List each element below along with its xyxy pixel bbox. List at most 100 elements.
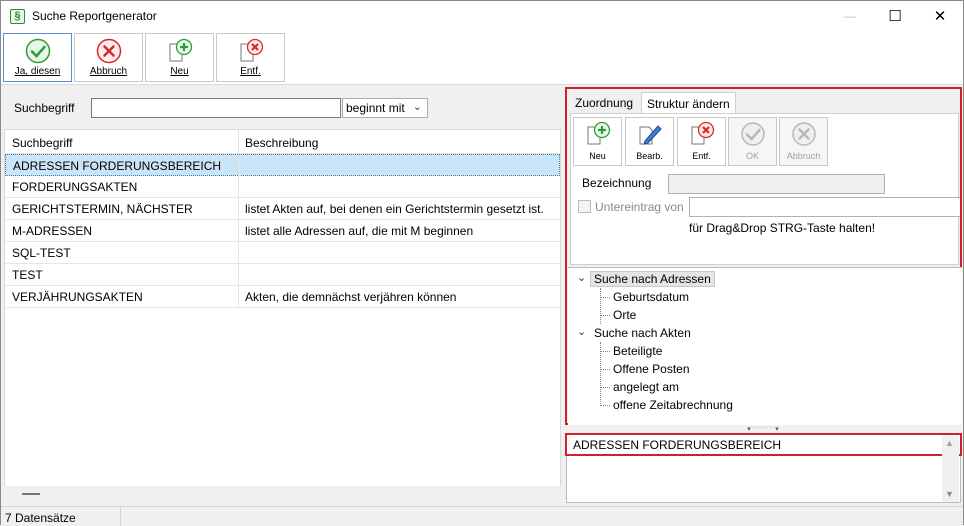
app-icon: § (10, 9, 25, 24)
check-icon (25, 38, 50, 64)
cell-description: Akten, die demnächst verjähren können (245, 290, 457, 304)
table-row[interactable]: SQL-TEST (5, 242, 560, 264)
delete-label: Entf. (240, 66, 261, 77)
close-icon: ✕ (933, 8, 947, 25)
tree-node-open-time-billing[interactable]: offene Zeitabrechnung (613, 398, 733, 412)
tree-node-participants[interactable]: Beteiligte (613, 344, 662, 358)
cancel-button[interactable]: Abbruch (74, 33, 143, 82)
cell-term: ADRESSEN FORDERUNGSBEREICH (13, 159, 222, 173)
column-header-description[interactable]: Beschreibung (245, 136, 318, 150)
cell-term: TEST (12, 268, 43, 282)
structure-new-button[interactable]: Neu (573, 117, 622, 166)
search-mode-value: beginnt mit (346, 101, 405, 115)
tree-line (600, 351, 610, 352)
minimize-icon: — (844, 9, 856, 23)
cell-divider (238, 198, 239, 220)
column-header-term[interactable]: Suchbegriff (12, 136, 73, 150)
structure-delete-label: Entf. (692, 151, 711, 161)
search-terms-grid: Suchbegriff Beschreibung ADRESSEN FORDER… (4, 129, 561, 502)
tree-line (600, 369, 610, 370)
collapse-chevron-icon[interactable]: ⌄ (577, 271, 586, 284)
subentry-input[interactable] (689, 197, 960, 217)
cancel-label: Abbruch (89, 66, 128, 77)
cancel-icon (791, 122, 816, 146)
structure-delete-button[interactable]: Entf. (677, 117, 726, 166)
tab-change-structure[interactable]: Struktur ändern (641, 92, 736, 114)
window-title: Suche Reportgenerator (32, 9, 157, 23)
cell-description: listet Akten auf, bei denen ein Gerichts… (245, 202, 544, 216)
status-divider (120, 507, 121, 526)
tree-line (600, 297, 610, 298)
subentry-checkbox[interactable] (578, 200, 591, 213)
maximize-button[interactable]: ☐ (872, 1, 918, 31)
yes-this-label: Ja, diesen (14, 66, 61, 77)
selected-entry-text: ADRESSEN FORDERUNGSBEREICH (573, 438, 782, 452)
column-divider[interactable] (238, 130, 239, 154)
scroll-down-icon[interactable]: ▼ (945, 489, 954, 499)
cell-divider (238, 176, 239, 198)
tree-line (600, 405, 610, 406)
cell-divider (238, 286, 239, 308)
name-input[interactable] (668, 174, 885, 194)
cell-divider (239, 155, 240, 177)
structure-edit-button[interactable]: Bearb. (625, 117, 674, 166)
cell-description: listet alle Adressen auf, die mit M begi… (245, 224, 474, 238)
status-bar: 7 Datensätze (1, 506, 963, 526)
table-row[interactable]: M-ADRESSEN listet alle Adressen auf, die… (5, 220, 560, 242)
toolbar: Ja, diesen Abbruch Neu Entf. (1, 31, 963, 85)
description-memo[interactable] (566, 456, 961, 503)
cell-term: GERICHTSTERMIN, NÄCHSTER (12, 202, 193, 216)
cell-divider (238, 242, 239, 264)
table-row[interactable]: VERJÄHRUNGSAKTEN Akten, die demnächst ve… (5, 286, 560, 308)
collapse-chevron-icon[interactable]: ⌄ (577, 325, 586, 338)
structure-cancel-button[interactable]: Abbruch (779, 117, 828, 166)
record-count: 7 Datensätze (5, 511, 76, 525)
structure-tree: ⌄ Suche nach Adressen Geburtsdatum Orte … (568, 267, 962, 425)
cell-term: VERJÄHRUNGSAKTEN (12, 290, 143, 304)
new-document-icon (587, 121, 610, 145)
table-row[interactable]: FORDERUNGSAKTEN (5, 176, 560, 198)
tree-node-address-search[interactable]: Suche nach Adressen (590, 271, 715, 287)
grid-resize-handle[interactable] (22, 493, 40, 495)
tree-line (600, 288, 601, 324)
tree-node-birthdate[interactable]: Geburtsdatum (613, 290, 689, 304)
structure-new-label: Neu (589, 151, 606, 161)
tree-node-created-on[interactable]: angelegt am (613, 380, 679, 394)
tree-node-file-search[interactable]: Suche nach Akten (594, 326, 691, 340)
close-button[interactable]: ✕ (917, 1, 963, 31)
grid-footer (4, 486, 561, 502)
new-button[interactable]: Neu (145, 33, 214, 82)
title-bar: § Suche Reportgenerator — ☐ ✕ (1, 1, 963, 31)
structure-ok-button[interactable]: OK (728, 117, 777, 166)
new-document-icon (169, 38, 192, 62)
table-row[interactable]: TEST (5, 264, 560, 286)
tree-node-open-items[interactable]: Offene Posten (613, 362, 690, 376)
structure-tab-page: Neu Bearb. Entf. OK Abbruch Bezeichnung … (570, 113, 960, 265)
table-row[interactable]: ADRESSEN FORDERUNGSBEREICH (5, 154, 560, 177)
edit-pencil-icon (639, 125, 662, 145)
selected-entry-field[interactable]: ADRESSEN FORDERUNGSBEREICH (565, 433, 962, 456)
scroll-up-icon[interactable]: ▲ (945, 438, 954, 448)
maximize-icon: ☐ (888, 8, 902, 25)
cell-term: M-ADRESSEN (12, 224, 93, 238)
tab-assignment[interactable]: Zuordnung (570, 92, 638, 114)
search-input[interactable] (91, 98, 341, 118)
cell-term: SQL-TEST (12, 246, 71, 260)
delete-document-icon (240, 38, 263, 62)
cell-divider (238, 220, 239, 242)
new-label: Neu (170, 66, 189, 77)
delete-button[interactable]: Entf. (216, 33, 285, 82)
name-label: Bezeichnung (582, 176, 652, 190)
search-mode-dropdown[interactable]: beginnt mit ⌄ (342, 98, 428, 118)
drag-drop-hint: für Drag&Drop STRG-Taste halten! (689, 221, 876, 235)
tree-node-places[interactable]: Orte (613, 308, 636, 322)
grid-header: Suchbegriff Beschreibung (5, 130, 560, 154)
cell-divider (238, 264, 239, 286)
chevron-down-icon: ⌄ (412, 101, 422, 113)
table-row[interactable]: GERICHTSTERMIN, NÄCHSTER listet Akten au… (5, 198, 560, 220)
delete-document-icon (691, 121, 714, 145)
minimize-button[interactable]: — (827, 1, 873, 31)
panel-splitter-handle[interactable]: ▾ˑˑˑˑˑˑˑˑ▾ (567, 426, 960, 433)
yes-this-button[interactable]: Ja, diesen (3, 33, 72, 82)
structure-cancel-label: Abbruch (786, 151, 821, 161)
